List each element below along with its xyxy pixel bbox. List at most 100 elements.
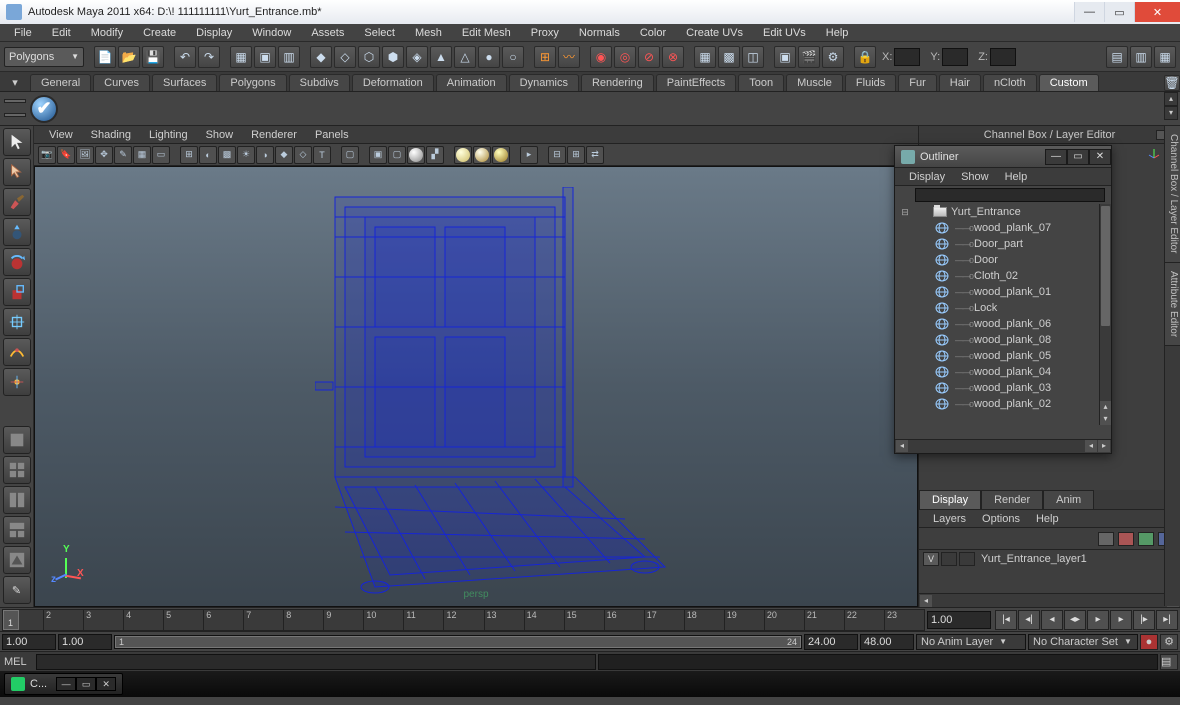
mask-button-4[interactable]: ⬢ [382, 46, 404, 68]
viewport-menu-lighting[interactable]: Lighting [140, 129, 197, 141]
render-view-button[interactable]: 🎬 [798, 46, 820, 68]
taskbar-min-button[interactable]: — [56, 677, 76, 691]
render-button-2[interactable]: ▩ [718, 46, 740, 68]
outliner-item[interactable]: ——owood_plank_06 [895, 316, 1111, 332]
outliner-close-button[interactable]: ✕ [1089, 149, 1111, 165]
step-back-key-button[interactable]: ◂| [1018, 610, 1040, 630]
lasso-tool[interactable] [3, 158, 31, 186]
outliner-titlebar[interactable]: Outliner — ▭ ✕ [895, 146, 1111, 168]
shelf-trash-icon[interactable]: 🗑 [1164, 75, 1180, 91]
play-back-button[interactable]: ◂▸ [1064, 610, 1086, 630]
go-start-button[interactable]: |◂ [995, 610, 1017, 630]
layout-button-3[interactable]: ▦ [1154, 46, 1176, 68]
shelf-tab-hair[interactable]: Hair [939, 74, 981, 91]
layout-persp-button[interactable] [3, 546, 31, 574]
view-grid-button[interactable]: ▦ [133, 146, 151, 164]
shelf-tab-ncloth[interactable]: nCloth [983, 74, 1037, 91]
arrow-left-icon[interactable]: ◂ [920, 595, 932, 607]
minimize-button[interactable]: — [1074, 2, 1104, 22]
menu-edit[interactable]: Edit [42, 27, 81, 39]
view-wireframe-button[interactable]: ⊞ [180, 146, 198, 164]
view-2d-pan-button[interactable]: ✥ [95, 146, 113, 164]
range-slider[interactable]: 1 24 [114, 635, 802, 649]
menu-normals[interactable]: Normals [569, 27, 630, 39]
layer-tab-display[interactable]: Display [919, 490, 981, 509]
undo-button[interactable]: ↶ [174, 46, 196, 68]
view-share-button[interactable]: ⇄ [586, 146, 604, 164]
mask-button-6[interactable]: ▲ [430, 46, 452, 68]
viewport-menu-renderer[interactable]: Renderer [242, 129, 306, 141]
move-tool[interactable] [3, 218, 31, 246]
show-manip-tool[interactable] [3, 368, 31, 396]
view-shaded-button[interactable]: ◐ [199, 146, 217, 164]
side-tab-channelbox[interactable]: Channel Box / Layer Editor [1165, 126, 1180, 263]
coord-y-input[interactable] [942, 48, 968, 66]
history-button-1[interactable]: ◉ [590, 46, 612, 68]
layout-two-h-button[interactable] [3, 486, 31, 514]
viewport-menu-view[interactable]: View [40, 129, 82, 141]
view-light-all-button[interactable] [454, 146, 472, 164]
layer-tab-anim[interactable]: Anim [1043, 490, 1094, 509]
outliner-item[interactable]: ——owood_plank_04 [895, 364, 1111, 380]
shelf-tab-muscle[interactable]: Muscle [786, 74, 843, 91]
outliner-menu-display[interactable]: Display [901, 171, 953, 183]
view-cam-shape-button[interactable]: ▣ [369, 146, 387, 164]
render-button-1[interactable]: ▦ [694, 46, 716, 68]
mask-button-7[interactable]: △ [454, 46, 476, 68]
shelf-tab-general[interactable]: General [30, 74, 91, 91]
xform-lock-button[interactable]: 🔒 [854, 46, 876, 68]
outliner-item[interactable]: ——owood_plank_02 [895, 396, 1111, 412]
outliner-item[interactable]: ——oLock [895, 300, 1111, 316]
view-image-plane-button[interactable]: 🖼 [76, 146, 94, 164]
mask-button-3[interactable]: ⬡ [358, 46, 380, 68]
menu-window[interactable]: Window [242, 27, 301, 39]
play-button[interactable]: ▸ [1087, 610, 1109, 630]
menu-edituvs[interactable]: Edit UVs [753, 27, 816, 39]
outliner-tree[interactable]: ⊟ Yurt_Entrance ——owood_plank_07——oDoor_… [895, 204, 1111, 439]
layout-button-1[interactable]: ▤ [1106, 46, 1128, 68]
taskbar-item[interactable]: C... — ▭ ✕ [4, 673, 123, 695]
soft-mod-tool[interactable] [3, 338, 31, 366]
menu-select[interactable]: Select [354, 27, 405, 39]
outliner-item[interactable]: ——oDoor [895, 252, 1111, 268]
outliner-hscroll[interactable]: ◂ ◂ ▸ [895, 439, 1111, 453]
menu-modify[interactable]: Modify [81, 27, 133, 39]
current-time-indicator[interactable]: 1 [3, 610, 19, 630]
viewport-menu-show[interactable]: Show [197, 129, 243, 141]
menu-display[interactable]: Display [186, 27, 242, 39]
layer-menu-layers[interactable]: Layers [925, 513, 974, 525]
step-fwd-button[interactable]: ▸ [1110, 610, 1132, 630]
shelf-scroll[interactable]: ▴▾ [1164, 92, 1178, 120]
layer-new-empty-icon[interactable] [1098, 532, 1114, 546]
range-end-in-field[interactable]: 24.00 [804, 634, 858, 650]
menu-editmesh[interactable]: Edit Mesh [452, 27, 521, 39]
shelf-tab-fluids[interactable]: Fluids [845, 74, 896, 91]
paint-select-tool[interactable] [3, 188, 31, 216]
axis-icon[interactable] [1148, 147, 1160, 159]
outliner-minimize-button[interactable]: — [1045, 149, 1067, 165]
shelf-tab-painteffects[interactable]: PaintEffects [656, 74, 737, 91]
layout-four-button[interactable] [3, 456, 31, 484]
outliner-item-root[interactable]: ⊟ Yurt_Entrance [895, 204, 1111, 220]
outliner-search-input[interactable] [915, 188, 1105, 202]
viewport-menu-panels[interactable]: Panels [306, 129, 358, 141]
outliner-item[interactable]: ——owood_plank_03 [895, 380, 1111, 396]
step-fwd-key-button[interactable]: |▸ [1133, 610, 1155, 630]
close-button[interactable]: ✕ [1134, 2, 1180, 22]
menu-set-selector[interactable]: Polygons ▼ [4, 47, 84, 67]
view-isolate-button[interactable]: T [313, 146, 331, 164]
shelf-tab-custom[interactable]: Custom [1039, 74, 1099, 91]
menu-mesh[interactable]: Mesh [405, 27, 452, 39]
layer-hscroll[interactable]: ◂ ▸ [919, 593, 1180, 607]
outliner-item[interactable]: ——oDoor_part [895, 236, 1111, 252]
view-res-gate-button[interactable]: ▢ [388, 146, 406, 164]
outliner-menu-show[interactable]: Show [953, 171, 997, 183]
mask-button-9[interactable]: ○ [502, 46, 524, 68]
layer-tab-render[interactable]: Render [981, 490, 1043, 509]
view-select-camera-button[interactable]: 📷 [38, 146, 56, 164]
shelf-tab-subdivs[interactable]: Subdivs [289, 74, 350, 91]
view-box-button[interactable]: ▢ [341, 146, 359, 164]
arrow-left-icon[interactable]: ◂ [896, 440, 908, 452]
arrow-right-icon[interactable]: ▸ [1098, 440, 1110, 452]
mask-button-8[interactable]: ● [478, 46, 500, 68]
